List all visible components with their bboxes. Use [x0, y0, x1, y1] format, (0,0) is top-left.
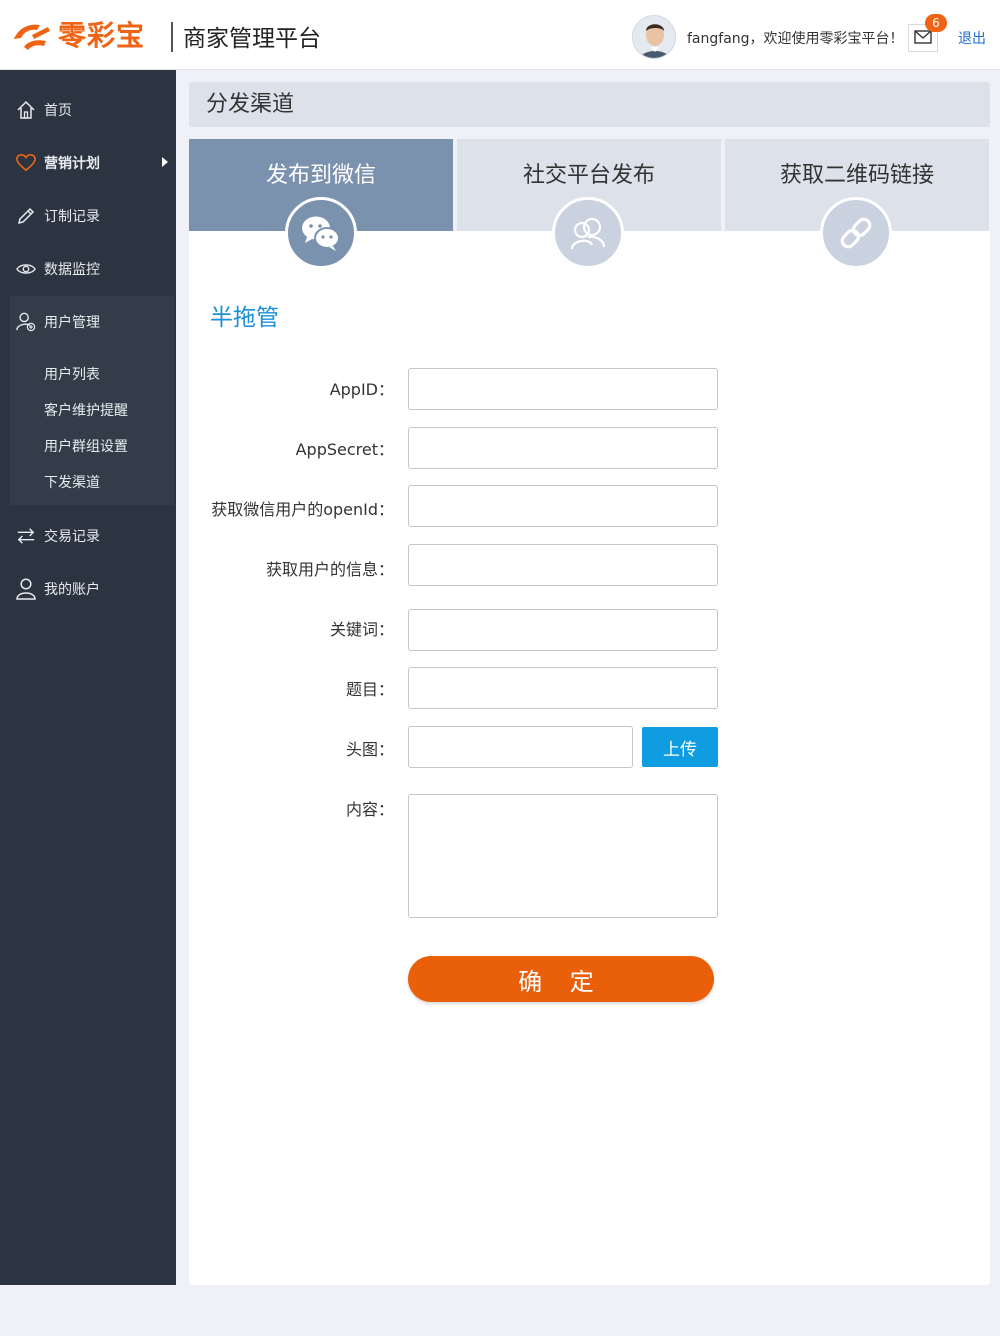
tab-label: 社交平台发布	[522, 163, 655, 188]
openid-input[interactable]	[408, 485, 718, 527]
sidebar-item-my-account[interactable]: 我的账户	[0, 562, 176, 615]
pencil-icon	[16, 206, 36, 226]
sidebar-subitem-distribution-channel[interactable]: 下发渠道	[44, 473, 100, 493]
sidebar-item-home[interactable]: 首页	[0, 83, 176, 136]
sidebar: 首页 营销计划 订制记录 数据监控 用户管理 用户列表 客户维护提醒 用户群组设…	[0, 70, 176, 1285]
subject-label: 题目：	[345, 680, 394, 699]
openid-label: 获取微信用户的openId：	[211, 500, 394, 519]
sidebar-item-label: 交易记录	[44, 528, 100, 545]
logout-link[interactable]: 退出	[958, 29, 986, 49]
sidebar-subitem-customer-reminder[interactable]: 客户维护提醒	[44, 401, 128, 421]
top-header: 零彩宝 商家管理平台 fangfang，欢迎使用零彩宝平台！ 6 退出	[0, 0, 1000, 70]
sidebar-item-label: 用户管理	[44, 314, 100, 331]
heart-icon	[16, 153, 36, 173]
welcome-text: fangfang，欢迎使用零彩宝平台！	[687, 31, 904, 47]
appsecret-input[interactable]	[408, 427, 718, 469]
eye-icon	[16, 259, 36, 279]
section-title: 半拖管	[210, 305, 279, 331]
keyword-label: 关键词：	[329, 620, 394, 639]
confirm-button[interactable]: 确 定	[408, 956, 714, 1002]
social-icon[interactable]	[552, 197, 624, 269]
avatar[interactable]	[632, 15, 676, 59]
sidebar-item-custom-records[interactable]: 订制记录	[0, 189, 176, 242]
logo[interactable]: 零彩宝	[10, 18, 145, 54]
tab-label: 发布到微信	[265, 163, 376, 188]
link-icon[interactable]	[820, 197, 892, 269]
page-title-bar: 分发渠道	[189, 82, 990, 127]
exchange-icon	[16, 526, 36, 546]
sidebar-item-data-monitor[interactable]: 数据监控	[0, 242, 176, 295]
home-icon	[16, 100, 36, 120]
sidebar-item-label: 订制记录	[44, 208, 100, 225]
logo-text: 零彩宝	[58, 19, 146, 52]
logo-divider	[171, 22, 173, 52]
avatar-image-label: 头图：	[345, 740, 394, 759]
logo-mark-icon	[10, 19, 54, 53]
sidebar-item-transactions[interactable]: 交易记录	[0, 509, 176, 562]
sidebar-subitem-group-settings[interactable]: 用户群组设置	[44, 437, 128, 457]
sidebar-item-marketing-plan[interactable]: 营销计划	[0, 136, 176, 189]
appsecret-label: AppSecret：	[295, 440, 394, 459]
tab-label: 获取二维码链接	[779, 163, 934, 188]
keyword-input[interactable]	[408, 609, 718, 651]
appid-label: AppID：	[329, 380, 394, 399]
sidebar-item-label: 数据监控	[44, 261, 100, 278]
sidebar-item-label: 我的账户	[44, 581, 100, 598]
caret-right-icon	[162, 157, 168, 167]
sidebar-subitem-user-list[interactable]: 用户列表	[44, 365, 100, 385]
mail-count-badge: 6	[925, 14, 947, 32]
userinfo-label: 获取用户的信息：	[265, 560, 394, 579]
wechat-icon[interactable]	[285, 197, 357, 269]
upload-button[interactable]: 上传	[642, 727, 718, 767]
subject-input[interactable]	[408, 667, 718, 709]
mail-icon	[914, 29, 932, 48]
sidebar-item-label: 首页	[44, 102, 72, 119]
page-title: 分发渠道	[206, 92, 295, 117]
content-textarea[interactable]	[408, 794, 718, 918]
user-add-icon	[16, 312, 36, 332]
sidebar-item-label: 营销计划	[44, 155, 100, 172]
platform-title: 商家管理平台	[183, 26, 321, 52]
sidebar-item-user-management[interactable]: 用户管理	[0, 295, 176, 348]
content-label: 内容：	[345, 800, 394, 819]
user-icon	[16, 577, 36, 600]
appid-input[interactable]	[408, 368, 718, 410]
avatar-image-input[interactable]	[408, 726, 633, 768]
userinfo-input[interactable]	[408, 544, 718, 586]
